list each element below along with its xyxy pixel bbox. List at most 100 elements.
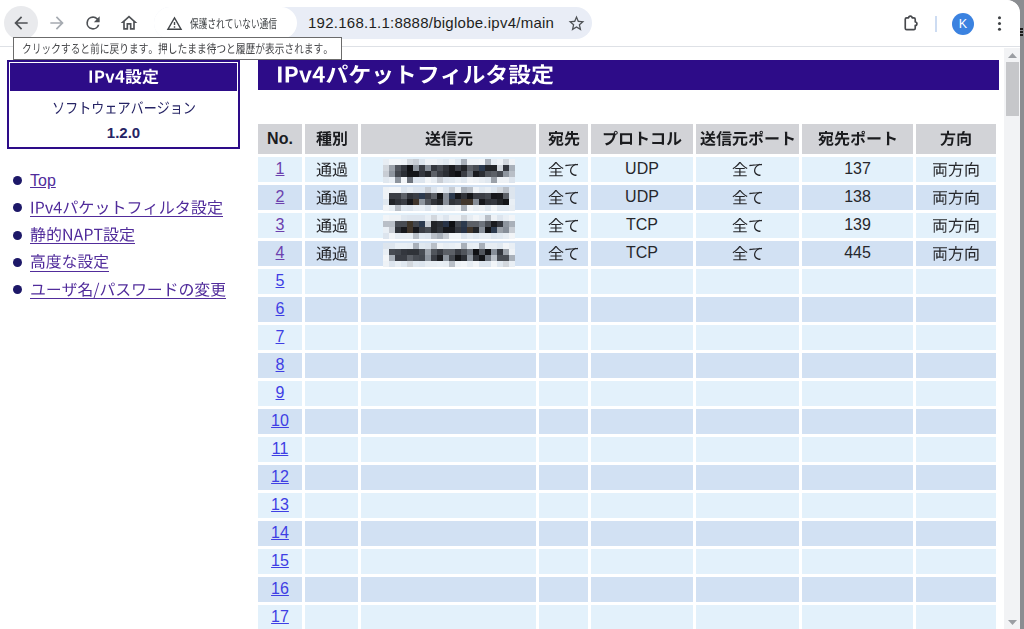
col-header-kind xyxy=(305,124,358,154)
cell-direction xyxy=(916,353,996,378)
srcport-text-4 xyxy=(732,245,764,262)
cell-source xyxy=(361,353,536,378)
sidebar-item xyxy=(13,194,226,221)
col-header-direction xyxy=(916,124,996,154)
extensions-button[interactable] xyxy=(899,0,921,47)
dest-text-1 xyxy=(548,161,580,178)
col-header-no: No. xyxy=(258,124,302,154)
cell-dest xyxy=(539,409,588,434)
cell-kind xyxy=(305,577,358,602)
cell-dest xyxy=(539,437,588,462)
cell-dest xyxy=(539,241,588,266)
desktop-icon-fragment xyxy=(1020,28,1023,38)
sidebar-menu: Top xyxy=(13,167,226,303)
browser-window: 192.168.1.1:8888/biglobe.ipv4/main K 1.2… xyxy=(0,0,1020,629)
kind-text-1 xyxy=(316,161,348,178)
cell-kind xyxy=(305,521,358,546)
forward-button[interactable] xyxy=(40,6,74,40)
reload-button[interactable] xyxy=(76,6,110,40)
col-header-source-text xyxy=(425,130,473,147)
col-header-protocol xyxy=(591,124,693,154)
srcport-text-3 xyxy=(732,217,764,234)
sidebar-link-ipv4-packet-filter[interactable] xyxy=(30,199,223,217)
cell-no: 3 xyxy=(258,213,302,238)
cell-src-port xyxy=(696,241,799,266)
reload-icon xyxy=(83,13,103,33)
rule-11-link[interactable]: 11 xyxy=(272,440,289,457)
cell-dest xyxy=(539,297,588,322)
security-chip-button[interactable] xyxy=(154,7,297,39)
scroll-up-button[interactable] xyxy=(1004,48,1020,62)
cell-dest xyxy=(539,325,588,350)
cell-src-port xyxy=(696,185,799,210)
rule-9-link[interactable]: 9 xyxy=(276,384,285,401)
address-bar[interactable]: 192.168.1.1:8888/biglobe.ipv4/main xyxy=(154,7,592,39)
profile-avatar-button[interactable]: K xyxy=(952,13,974,35)
cell-protocol xyxy=(591,465,693,490)
rule-7-link[interactable]: 7 xyxy=(276,328,285,345)
kind-text-2 xyxy=(316,189,348,206)
cell-direction xyxy=(916,549,996,574)
table-row: 11 xyxy=(258,437,996,462)
cell-dest xyxy=(539,213,588,238)
cell-direction xyxy=(916,577,996,602)
cell-dest xyxy=(539,549,588,574)
cell-kind xyxy=(305,325,358,350)
scrollbar[interactable] xyxy=(1004,48,1020,629)
bookmark-star-icon xyxy=(567,14,586,33)
sidebar-link-advanced[interactable] xyxy=(30,253,109,271)
sidebar-link-ipv4-packet-filter-text xyxy=(30,199,223,216)
cell-no: 15 xyxy=(258,549,302,574)
table-header-row: No. xyxy=(258,124,996,154)
cell-protocol: TCP xyxy=(591,241,693,266)
back-button[interactable] xyxy=(4,6,38,40)
cell-direction xyxy=(916,185,996,210)
rule-17-link[interactable]: 17 xyxy=(271,608,289,625)
cell-direction xyxy=(916,157,996,182)
cell-src-port xyxy=(696,465,799,490)
sidebar-link-top[interactable]: Top xyxy=(30,172,56,189)
browser-menu-button[interactable] xyxy=(989,0,1010,47)
rule-6-link[interactable]: 6 xyxy=(276,300,285,317)
bookmark-star-button[interactable] xyxy=(566,13,586,33)
col-header-kind-text xyxy=(316,130,348,147)
rule-16-link[interactable]: 16 xyxy=(271,580,289,597)
table-row: 3TCP139 xyxy=(258,213,996,238)
rule-5-link[interactable]: 5 xyxy=(276,272,285,289)
rule-12-link[interactable]: 12 xyxy=(271,468,289,485)
col-header-dst-port-text xyxy=(818,130,898,147)
rule-15-link[interactable]: 15 xyxy=(271,552,289,569)
rule-1-link[interactable]: 1 xyxy=(276,160,285,177)
cell-direction xyxy=(916,269,996,294)
col-header-dest-text xyxy=(548,130,580,147)
rule-14-link[interactable]: 14 xyxy=(271,524,289,541)
back-icon xyxy=(11,13,31,33)
sidebar-link-static-napt[interactable] xyxy=(30,226,135,244)
sidebar-link-username-password[interactable] xyxy=(30,281,226,299)
scrollbar-thumb[interactable] xyxy=(1006,62,1019,116)
cell-no: 2 xyxy=(258,185,302,210)
cell-protocol xyxy=(591,269,693,294)
cell-protocol xyxy=(591,325,693,350)
cell-dst-port xyxy=(802,549,913,574)
cell-kind xyxy=(305,437,358,462)
home-button[interactable] xyxy=(112,6,146,40)
rule-8-link[interactable]: 8 xyxy=(276,356,285,373)
cell-source xyxy=(361,521,536,546)
scroll-down-button[interactable] xyxy=(1004,615,1020,629)
col-header-dest xyxy=(539,124,588,154)
sidebar-info-box: 1.2.0 xyxy=(7,60,240,149)
not-secure-warning-icon xyxy=(166,15,183,32)
sidebar-item xyxy=(13,222,226,249)
rule-4-link[interactable]: 4 xyxy=(276,244,285,261)
rule-13-link[interactable]: 13 xyxy=(271,496,289,513)
rule-10-link[interactable]: 10 xyxy=(271,412,289,429)
cell-protocol: UDP xyxy=(591,185,693,210)
cell-no: 1 xyxy=(258,157,302,182)
cell-source xyxy=(361,465,536,490)
cell-no: 8 xyxy=(258,353,302,378)
url-text[interactable]: 192.168.1.1:8888/biglobe.ipv4/main xyxy=(308,7,554,39)
rule-2-link[interactable]: 2 xyxy=(276,188,285,205)
rule-3-link[interactable]: 3 xyxy=(276,216,285,233)
cell-direction xyxy=(916,437,996,462)
